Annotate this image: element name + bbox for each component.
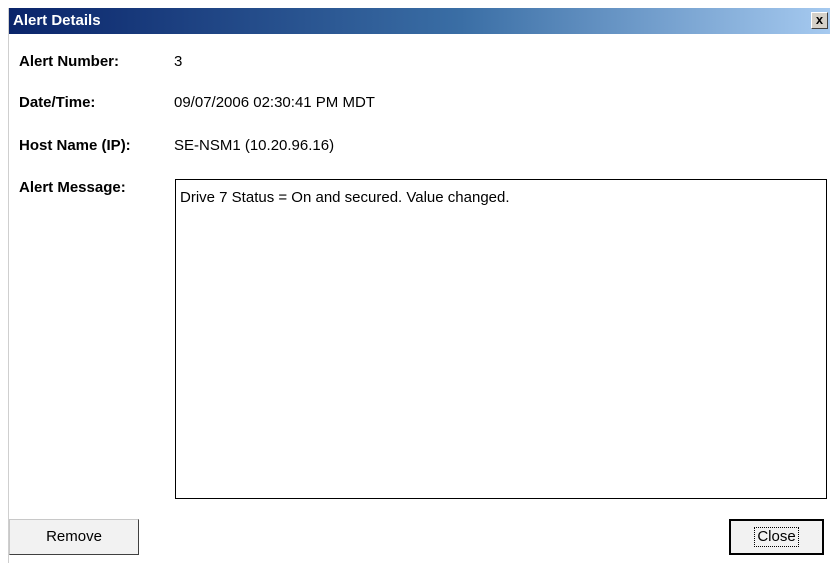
alert-message-label: Alert Message: xyxy=(19,179,126,196)
host-label: Host Name (IP): xyxy=(19,137,131,154)
remove-button[interactable]: Remove xyxy=(9,519,139,555)
dialog-title: Alert Details xyxy=(13,12,101,29)
datetime-label: Date/Time: xyxy=(19,94,96,111)
alert-message-text: Drive 7 Status = On and secured. Value c… xyxy=(180,189,510,206)
close-button-label: Close xyxy=(754,527,799,547)
close-icon: x xyxy=(815,12,824,27)
datetime-value: 09/07/2006 02:30:41 PM MDT xyxy=(174,94,375,111)
alert-number-value: 3 xyxy=(174,53,183,70)
title-bar[interactable]: Alert Details x xyxy=(9,8,830,34)
alert-message-textarea[interactable]: Drive 7 Status = On and secured. Value c… xyxy=(175,179,827,499)
alert-details-dialog: Alert Details x Alert Number: 3 Date/Tim… xyxy=(8,8,830,563)
close-button[interactable]: Close xyxy=(729,519,824,555)
host-value: SE-NSM1 (10.20.96.16) xyxy=(174,137,335,154)
alert-number-label: Alert Number: xyxy=(19,53,120,70)
close-window-button[interactable]: x xyxy=(811,12,828,29)
